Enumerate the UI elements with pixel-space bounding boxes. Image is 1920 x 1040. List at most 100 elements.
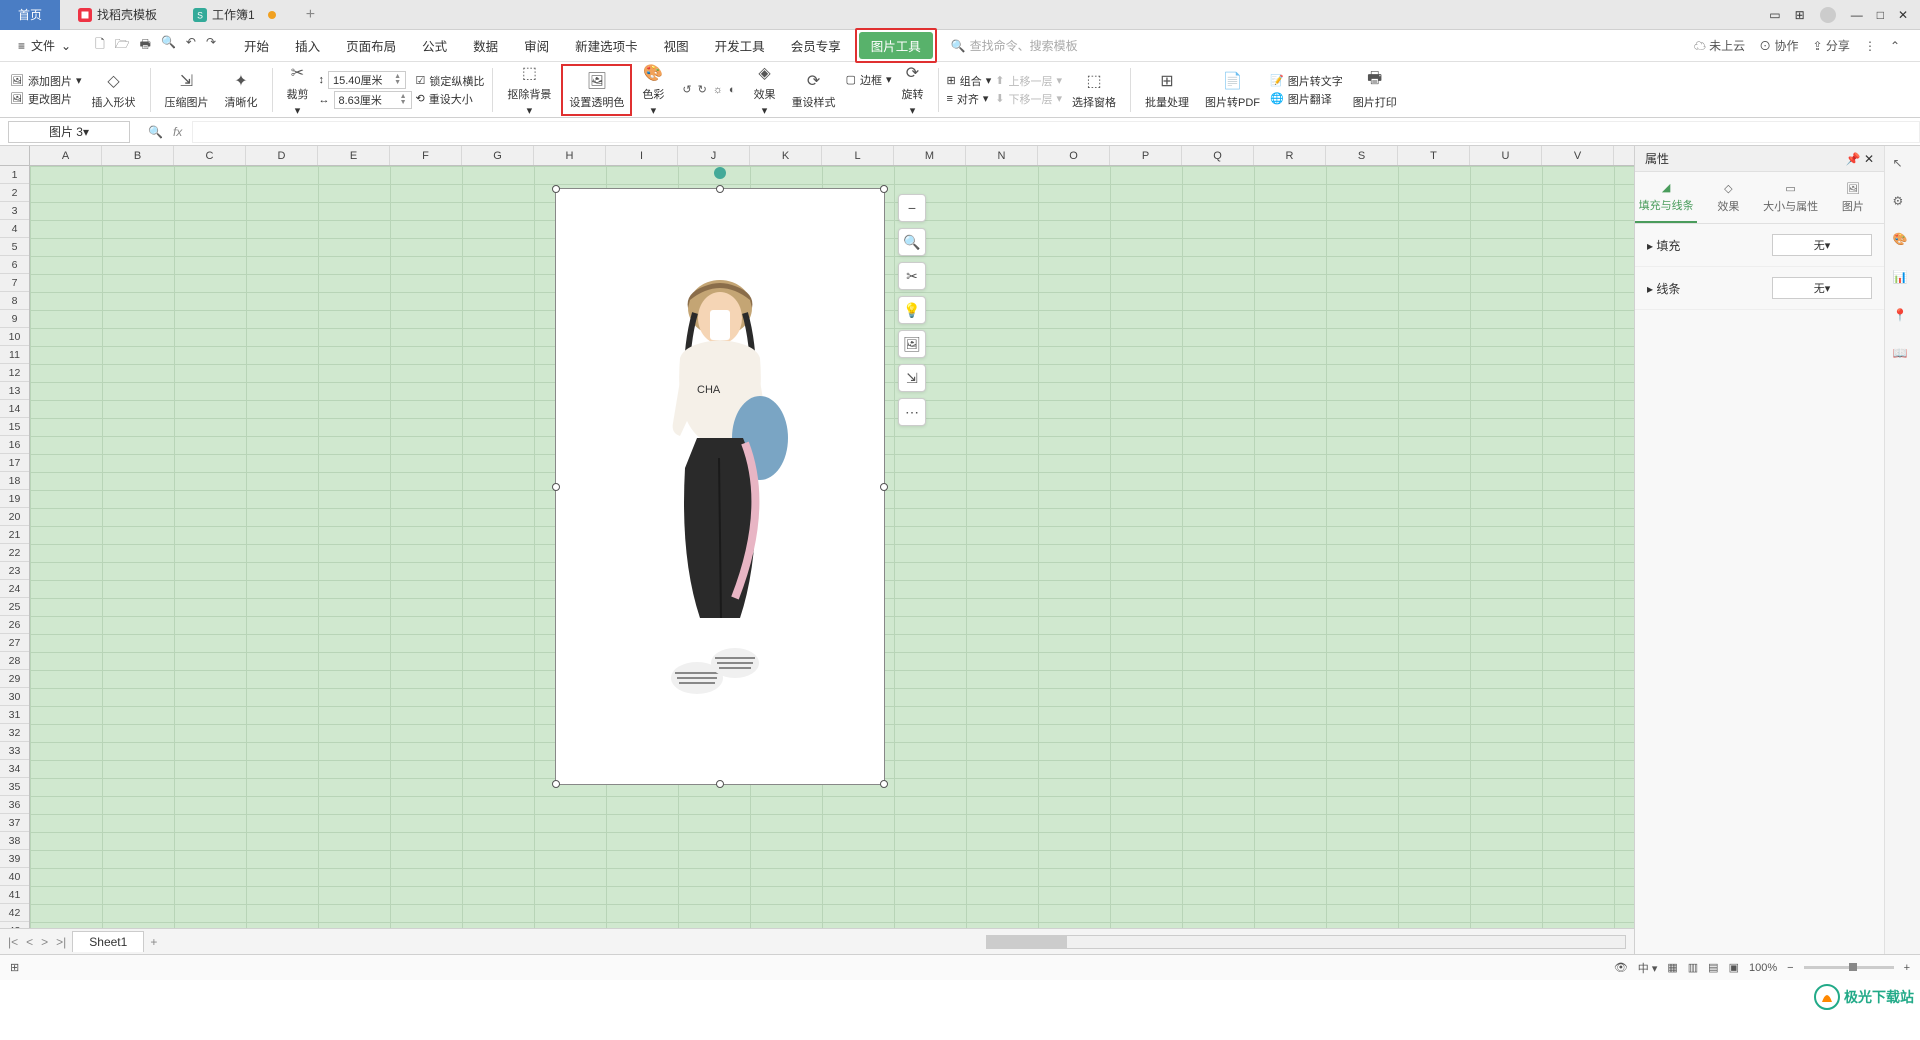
menu-insert[interactable]: 插入 (283, 32, 332, 59)
sheet-next[interactable]: > (41, 935, 48, 949)
resize-handle[interactable] (716, 185, 724, 193)
row-header[interactable]: 24 (0, 580, 29, 598)
qat-save-icon[interactable]: 🖶 (140, 35, 151, 56)
zoom-in-button[interactable]: 🔍 (898, 228, 926, 256)
search-box[interactable]: 🔍 查找命令、搜索模板 (951, 37, 1078, 54)
row-header[interactable]: 34 (0, 760, 29, 778)
panel-tab-fill[interactable]: ◢填充与线条 (1635, 172, 1697, 223)
row-header[interactable]: 35 (0, 778, 29, 796)
avatar-icon[interactable] (1819, 6, 1837, 24)
qat-open-icon[interactable]: 🗁 (115, 35, 130, 56)
col-header[interactable]: H (534, 146, 606, 165)
cells[interactable]: CHA − 🔍 (30, 166, 1634, 928)
resize-handle[interactable] (880, 780, 888, 788)
rotate-handle[interactable] (714, 167, 726, 179)
add-image-button[interactable]: 🖼 添加图片 ▾ (10, 73, 82, 89)
border-button[interactable]: ▢ 边框 ▾ (846, 72, 892, 88)
horizontal-scrollbar[interactable] (986, 935, 1626, 949)
row-header[interactable]: 30 (0, 688, 29, 706)
row-header[interactable]: 5 (0, 238, 29, 256)
row-header[interactable]: 33 (0, 742, 29, 760)
view-break-icon[interactable]: ▤ (1708, 961, 1718, 974)
rotate-left-icon[interactable]: ↺ (682, 83, 691, 96)
menu-review[interactable]: 审阅 (512, 32, 561, 59)
row-header[interactable]: 12 (0, 364, 29, 382)
tab-template[interactable]: 找稻壳模板 (60, 0, 175, 30)
row-header[interactable]: 21 (0, 526, 29, 544)
remove-bg-button[interactable]: ⬚抠除背景▾ (501, 60, 557, 119)
view-page-icon[interactable]: ▥ (1688, 961, 1698, 974)
file-menu[interactable]: ≡ 文件 ⌄ (10, 37, 79, 54)
effects-button[interactable]: ◈效果▾ (748, 60, 782, 119)
sidebar-book-icon[interactable]: 📖 (1893, 346, 1913, 366)
more-icon[interactable]: ⋮ (1864, 39, 1876, 53)
resize-handle[interactable] (552, 185, 560, 193)
row-header[interactable]: 15 (0, 418, 29, 436)
resize-handle[interactable] (880, 483, 888, 491)
col-header[interactable]: C (174, 146, 246, 165)
row-header[interactable]: 43 (0, 922, 29, 928)
more-button[interactable]: ⋯ (898, 398, 926, 426)
minimize-button[interactable]: — (1851, 8, 1863, 22)
row-header[interactable]: 39 (0, 850, 29, 868)
pin-icon[interactable]: 📌 (1846, 152, 1861, 166)
row-header[interactable]: 10 (0, 328, 29, 346)
tab-add[interactable]: + (294, 6, 327, 24)
menu-start[interactable]: 开始 (232, 32, 281, 59)
row-header[interactable]: 41 (0, 886, 29, 904)
chevron-icon[interactable]: ⌃ (1890, 39, 1900, 53)
menu-formula[interactable]: 公式 (410, 32, 459, 59)
row-header[interactable]: 38 (0, 832, 29, 850)
row-header[interactable]: 3 (0, 202, 29, 220)
idea-button[interactable]: 💡 (898, 296, 926, 324)
menu-dev-tools[interactable]: 开发工具 (703, 32, 777, 59)
compress-button[interactable]: ⇲压缩图片 (159, 68, 215, 112)
row-header[interactable]: 13 (0, 382, 29, 400)
print-button[interactable]: 🖶图片打印 (1347, 68, 1403, 112)
reset-size-button[interactable]: ⟲ 重设大小 (416, 91, 485, 107)
col-header[interactable]: A (30, 146, 102, 165)
zoom-in[interactable]: + (1904, 962, 1910, 974)
lock-ratio-checkbox[interactable]: ☑ 锁定纵横比 (416, 73, 485, 89)
view-eye-icon[interactable]: 👁 (1614, 961, 1628, 974)
col-header[interactable]: P (1110, 146, 1182, 165)
row-header[interactable]: 18 (0, 472, 29, 490)
resize-handle[interactable] (880, 185, 888, 193)
set-transparent-button[interactable]: 🖼设置透明色 (561, 64, 632, 116)
col-header[interactable]: S (1326, 146, 1398, 165)
zoom-value[interactable]: 100% (1749, 962, 1777, 974)
export-button[interactable]: ⇲ (898, 364, 926, 392)
menu-image-tools[interactable]: 图片工具 (859, 32, 933, 59)
row-header[interactable]: 6 (0, 256, 29, 274)
replace-button[interactable]: 🖼 (898, 330, 926, 358)
select-all-corner[interactable] (0, 146, 30, 165)
rotate-right-icon[interactable]: ↻ (698, 83, 707, 96)
change-image-button[interactable]: 🖼 更改图片 (10, 91, 82, 107)
sidebar-settings-icon[interactable]: ⚙ (1893, 194, 1913, 214)
insert-shape-button[interactable]: ◇插入形状 (86, 68, 142, 112)
cloud-status[interactable]: ☁ 未上云 (1694, 37, 1745, 54)
tab-workbook[interactable]: S 工作簿1 (175, 0, 294, 30)
row-header[interactable]: 40 (0, 868, 29, 886)
panel-tab-size[interactable]: ▭大小与属性 (1760, 172, 1822, 223)
formula-input[interactable] (192, 121, 1920, 143)
fill-select[interactable]: 无 ▾ (1772, 234, 1872, 256)
width-input[interactable]: 15.40厘米▲▼ (328, 71, 406, 89)
col-header[interactable]: T (1398, 146, 1470, 165)
row-header[interactable]: 26 (0, 616, 29, 634)
row-header[interactable]: 36 (0, 796, 29, 814)
row-header[interactable]: 19 (0, 490, 29, 508)
qat-undo-icon[interactable]: ↶ (186, 35, 196, 56)
reset-style-button[interactable]: ⟳重设样式 (786, 68, 842, 112)
grid-icon[interactable]: ⊞ (1795, 8, 1805, 22)
col-header[interactable]: U (1470, 146, 1542, 165)
col-header[interactable]: J (678, 146, 750, 165)
recolor-button[interactable]: 🎨色彩▾ (636, 60, 670, 119)
contrast-icon[interactable]: ◐ (729, 84, 736, 96)
col-header[interactable]: V (1542, 146, 1614, 165)
collab-button[interactable]: ⊙ 协作 (1759, 37, 1798, 54)
col-header[interactable]: M (894, 146, 966, 165)
row-header[interactable]: 27 (0, 634, 29, 652)
close-panel-icon[interactable]: ✕ (1864, 152, 1874, 166)
close-button[interactable]: ✕ (1898, 8, 1908, 22)
